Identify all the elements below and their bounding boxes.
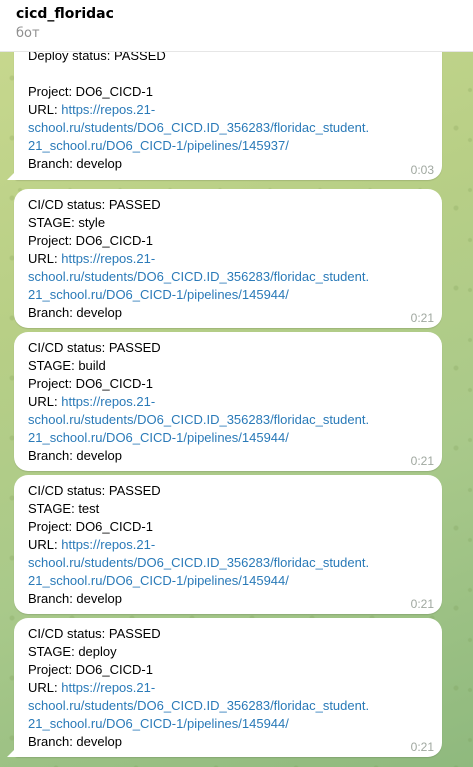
message-line: CI/CD status: PASSED [28, 197, 161, 212]
url-line: URL: https://repos.21- [28, 393, 442, 411]
url-line: URL: https://repos.21- [28, 536, 442, 554]
message-bubble[interactable]: CI/CD status: PASSED STAGE: build Projec… [14, 332, 442, 471]
pipeline-link[interactable]: https://repos.21- [61, 537, 155, 552]
message-time: 0:21 [410, 454, 434, 468]
url-label: URL: [28, 102, 62, 117]
message-bubble[interactable]: CI/CD status: PASSED STAGE: style Projec… [14, 189, 442, 328]
branch-text: Branch: develop [28, 591, 122, 606]
message-line: Project: DO6_CICD-1 [28, 233, 153, 248]
url-label: URL: [28, 251, 62, 266]
message-line: CI/CD status: PASSED [28, 483, 161, 498]
pipeline-link[interactable]: school.ru/students/DO6_CICD.ID_356283/fl… [28, 411, 442, 429]
message-time: 0:21 [410, 740, 434, 754]
pipeline-link[interactable]: school.ru/students/DO6_CICD.ID_356283/fl… [28, 554, 442, 572]
url-label: URL: [28, 680, 62, 695]
message-line: CI/CD status: PASSED [28, 340, 161, 355]
message-line: STAGE: deploy [28, 644, 117, 659]
pipeline-link[interactable]: 21_school.ru/DO6_CICD-1/pipelines/145944… [28, 572, 442, 590]
pipeline-link[interactable]: 21_school.ru/DO6_CICD-1/pipelines/145944… [28, 286, 442, 304]
chat-header[interactable]: cicd_floridac бот [0, 0, 473, 52]
pipeline-link[interactable]: 21_school.ru/DO6_CICD-1/pipelines/145944… [28, 429, 442, 447]
message-bubble[interactable]: CI/CD status: PASSED STAGE: deploy Proje… [7, 618, 442, 757]
pipeline-link[interactable]: https://repos.21- [61, 394, 155, 409]
pipeline-link[interactable]: 21_school.ru/DO6_CICD-1/pipelines/145937… [28, 137, 442, 155]
message-line: Project: DO6_CICD-1 [28, 84, 153, 99]
url-label: URL: [28, 394, 62, 409]
message-time: 0:21 [410, 597, 434, 611]
message-line: Project: DO6_CICD-1 [28, 519, 153, 534]
branch-text: Branch: develop [28, 734, 122, 749]
chat-title: cicd_floridac [16, 6, 114, 22]
message-line: Project: DO6_CICD-1 [28, 376, 153, 391]
branch-text: Branch: develop [28, 305, 122, 320]
message-bubble[interactable]: CI/CD status: PASSED STAGE: test Project… [14, 475, 442, 614]
message-line: STAGE: style [28, 215, 106, 230]
pipeline-link[interactable]: https://repos.21- [61, 680, 155, 695]
pipeline-link[interactable]: school.ru/students/DO6_CICD.ID_356283/fl… [28, 268, 442, 286]
message-line: CI/CD status: PASSED [28, 626, 161, 641]
pipeline-link[interactable]: https://repos.21- [61, 102, 155, 117]
message-time: 0:03 [410, 163, 434, 177]
message-line: STAGE: build [28, 358, 106, 373]
message-line: STAGE: test [28, 501, 100, 516]
message-time: 0:21 [410, 311, 434, 325]
message-line [28, 65, 442, 83]
branch-text: Branch: develop [28, 156, 122, 171]
url-label: URL: [28, 537, 62, 552]
pipeline-link[interactable]: 21_school.ru/DO6_CICD-1/pipelines/145944… [28, 715, 442, 733]
pipeline-link[interactable]: school.ru/students/DO6_CICD.ID_356283/fl… [28, 697, 442, 715]
chat-subtitle: бот [16, 26, 40, 41]
url-line: URL: https://repos.21- [28, 679, 442, 697]
url-line: URL: https://repos.21- [28, 101, 442, 119]
pipeline-link[interactable]: https://repos.21- [61, 251, 155, 266]
pipeline-link[interactable]: school.ru/students/DO6_CICD.ID_356283/fl… [28, 119, 442, 137]
bubble-tail [7, 168, 19, 180]
message-line: Project: DO6_CICD-1 [28, 662, 153, 677]
branch-text: Branch: develop [28, 448, 122, 463]
url-line: URL: https://repos.21- [28, 250, 442, 268]
